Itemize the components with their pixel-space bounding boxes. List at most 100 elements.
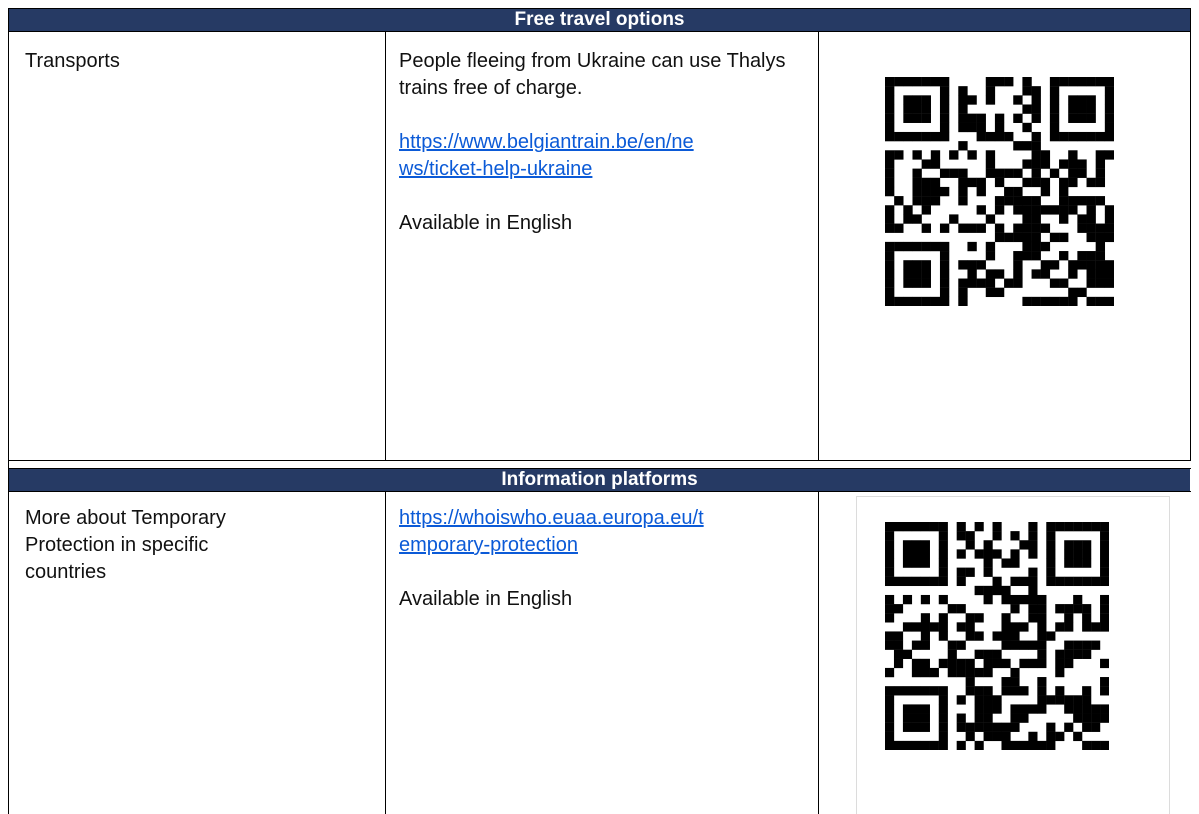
qr-module (1001, 686, 1011, 696)
qr-module (1040, 223, 1051, 233)
qr-module (965, 731, 975, 742)
qr-module (911, 540, 922, 550)
qr-module (992, 522, 1002, 532)
qr-module (930, 196, 941, 206)
qr-module (1001, 558, 1011, 568)
qr-module (1073, 704, 1083, 714)
qr-module (930, 159, 941, 169)
qr-module (1077, 251, 1087, 261)
qr-module (903, 131, 913, 142)
qr-module (1068, 131, 1078, 142)
qr-module (1031, 269, 1041, 279)
qr-module (958, 278, 968, 288)
qr-module (1077, 104, 1087, 114)
qr-module (885, 241, 895, 252)
qr-module (921, 186, 931, 197)
qr-module (885, 205, 895, 215)
qr-module (1068, 150, 1078, 160)
qr-module (885, 251, 895, 261)
qr-module (912, 269, 922, 279)
qr-module (939, 296, 950, 307)
qr-module (1022, 205, 1032, 215)
qr-module (992, 649, 1002, 659)
qr-module (938, 713, 948, 723)
qr-module (974, 631, 984, 641)
qr-module (885, 549, 895, 559)
qr-module (1073, 604, 1083, 614)
qr-module (920, 558, 930, 568)
qr-module (902, 549, 913, 559)
header-bottom-rule-2 (8, 491, 1191, 492)
qr-module (912, 278, 922, 288)
qr-module (1064, 722, 1074, 732)
qr-module (1019, 594, 1029, 605)
qr-module (1068, 77, 1078, 87)
euaa-link[interactable]: https://whoiswho.euaa.europa.eu/t empora… (399, 505, 809, 559)
qr-module (939, 269, 950, 279)
row-divider (8, 460, 1191, 461)
qr-module (1022, 122, 1032, 133)
qr-module (885, 631, 895, 641)
qr-module (938, 704, 948, 714)
qr-module (1073, 522, 1083, 532)
qr-module (912, 260, 922, 270)
qr-module (1073, 540, 1083, 550)
qr-module (974, 713, 984, 723)
qr-module (939, 77, 950, 87)
column-divider-2 (818, 31, 819, 461)
qr-module (983, 567, 993, 577)
qr-module (885, 95, 895, 105)
qr-module (921, 269, 931, 279)
qr-module (1031, 168, 1041, 178)
qr-module (885, 604, 895, 614)
qr-module (885, 667, 895, 678)
qr-module (1031, 296, 1041, 307)
qr-module (921, 296, 931, 307)
qr-module (1046, 567, 1056, 577)
qr-module (893, 740, 904, 751)
qr-module (885, 296, 895, 307)
qr-module (949, 150, 959, 160)
qr-module (885, 522, 895, 532)
qr-module (939, 241, 950, 252)
qr-module (1100, 558, 1110, 568)
qr-module (1064, 549, 1074, 559)
qr-module (1091, 704, 1101, 714)
qr-module (1086, 251, 1096, 261)
qr-module (938, 540, 948, 550)
qr-module (1040, 177, 1051, 188)
qr-module (1019, 622, 1029, 632)
qr-module (1100, 740, 1110, 751)
qr-module (1010, 640, 1020, 650)
belgiantrain-link[interactable]: https://www.belgiantrain.be/en/ne ws/tic… (399, 129, 799, 183)
qr-module (1068, 177, 1078, 188)
qr-module (929, 667, 939, 678)
qr-module (1091, 576, 1101, 587)
qr-module (1031, 86, 1041, 96)
qr-module (1019, 640, 1029, 650)
qr-module (938, 531, 948, 541)
qr-module (992, 576, 1002, 587)
qr-module (920, 686, 930, 696)
qr-module (885, 704, 895, 714)
qr-module (885, 177, 895, 188)
qr-module (912, 186, 922, 197)
qr-module (1049, 122, 1060, 133)
qr-module (902, 722, 913, 732)
qr-module (1100, 594, 1110, 605)
qr-module (902, 713, 913, 723)
qr-module (1100, 576, 1110, 587)
qr-module (1031, 141, 1041, 151)
qr-module (1059, 214, 1069, 224)
qr-module (885, 113, 895, 123)
qr-module (1046, 549, 1056, 559)
qr-module (985, 214, 996, 224)
qr-module (1086, 260, 1096, 270)
qr-module (1001, 658, 1011, 669)
qr-module (1037, 649, 1047, 659)
qr-module (1086, 278, 1096, 288)
qr-module (956, 658, 966, 669)
qr-module (1073, 640, 1083, 650)
qr-module (912, 177, 922, 188)
qr-module (930, 77, 941, 87)
